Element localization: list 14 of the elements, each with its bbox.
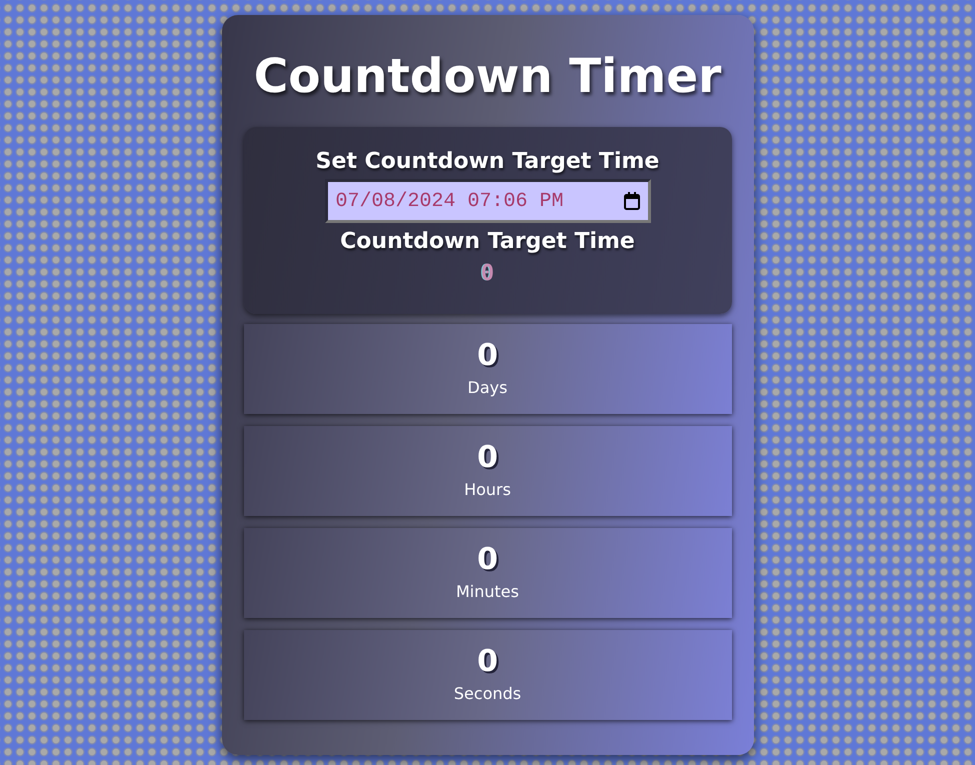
- counter-value: 0: [477, 542, 498, 578]
- counter-label: Days: [468, 377, 508, 399]
- page-title: Countdown Timer: [252, 48, 722, 106]
- counter-label: Seconds: [454, 683, 522, 705]
- date-time-field[interactable]: 07/08/2024 07:06 PM: [324, 179, 650, 223]
- counter-label: Hours: [464, 479, 511, 501]
- counter-label: Minutes: [456, 581, 519, 603]
- counter-value: 0: [477, 440, 498, 476]
- panel-heading: Set Countdown Target Time: [316, 148, 660, 176]
- counter-value: 0: [477, 644, 498, 680]
- result-heading: Countdown Target Time: [340, 228, 635, 256]
- calendar-icon[interactable]: [622, 191, 640, 211]
- result-value: 0: [480, 261, 494, 286]
- counter-value: 0: [477, 338, 498, 374]
